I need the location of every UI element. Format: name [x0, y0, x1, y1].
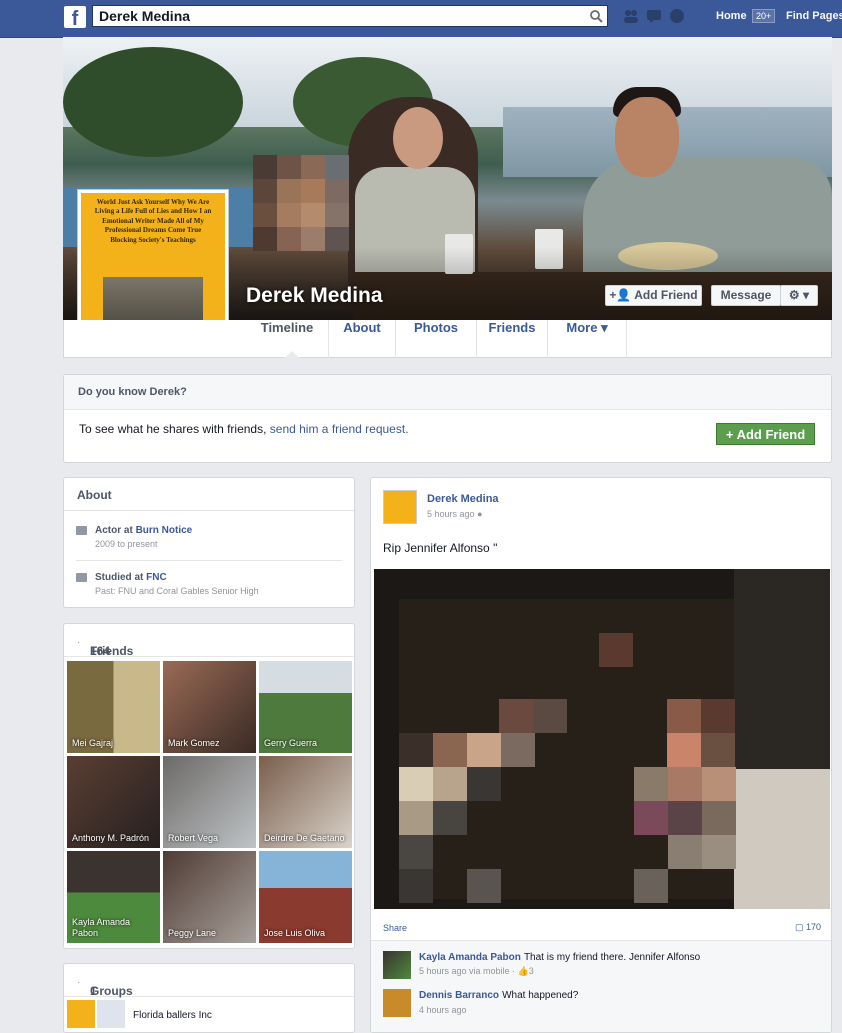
settings-dropdown[interactable]: ⚙ ▾	[780, 285, 818, 306]
friend-tile[interactable]: Deirdre De Gaetano	[259, 756, 352, 848]
friend-requests-icon[interactable]	[622, 7, 640, 25]
do-you-know-box: Do you know Derek? To see what he shares…	[63, 374, 832, 463]
school-icon	[76, 573, 87, 582]
friend-tile[interactable]: Peggy Lane	[163, 851, 256, 943]
friend-tile[interactable]: Jose Luis Oliva	[259, 851, 352, 943]
add-friend-button[interactable]: +👤 Add Friend	[605, 285, 702, 306]
about-box: About Actor at Burn Notice 2009 to prese…	[63, 477, 355, 608]
comments-section: Kayla Amanda Pabon That is my friend the…	[371, 940, 831, 1032]
search-icon[interactable]	[589, 9, 603, 23]
find-pages-link[interactable]: Find Pages	[786, 10, 842, 22]
home-link[interactable]: Home	[716, 10, 747, 22]
groups-box: Groups · 1 Florida ballers Inc	[63, 963, 355, 1033]
commenter-avatar[interactable]	[383, 989, 411, 1017]
avatar-text: World Just Ask Yourself Why We Are Livin…	[94, 198, 212, 244]
briefcase-icon	[76, 526, 87, 535]
tab-more[interactable]: More ▾	[548, 320, 627, 358]
home-badge: 20+	[752, 9, 776, 23]
comment: Dennis Barranco What happened?	[419, 990, 579, 1001]
tab-friends[interactable]: Friends	[477, 320, 548, 358]
like-icon: 👍	[517, 966, 529, 976]
jewel-icons	[622, 7, 688, 28]
add-friend-button-green[interactable]: + Add Friend	[716, 423, 815, 445]
tab-about[interactable]: About	[329, 320, 396, 358]
add-friend-icon: +	[725, 427, 734, 442]
friend-tile[interactable]: Gerry Guerra	[259, 661, 352, 753]
gear-icon: ⚙	[788, 288, 800, 302]
profile-tabs: Timeline About Photos Friends More ▾	[63, 320, 832, 358]
post-author-avatar[interactable]	[383, 490, 417, 524]
messages-icon[interactable]	[645, 7, 663, 25]
pixelated-photo	[374, 569, 830, 909]
post-timestamp[interactable]: 5 hours ago	[427, 509, 475, 519]
chevron-down-icon: ▾	[601, 320, 608, 335]
timeline-post: Derek Medina 5 hours ago ● Rip Jennifer …	[370, 477, 832, 1033]
share-count[interactable]: ▢ 170	[795, 922, 821, 933]
friends-box: Friends · 164 Mei Gajraj Mark Gomez Gerr…	[63, 623, 355, 949]
friend-tile[interactable]: Mei Gajraj	[67, 661, 160, 753]
school-link[interactable]: FNC	[146, 572, 167, 583]
work-link[interactable]: Burn Notice	[136, 525, 193, 536]
privacy-globe-icon: ●	[477, 509, 483, 519]
commenter-avatar[interactable]	[383, 951, 411, 979]
chevron-down-icon: ▾	[803, 288, 810, 302]
about-title[interactable]: About	[77, 488, 112, 502]
profile-picture[interactable]: World Just Ask Yourself Why We Are Livin…	[77, 189, 229, 341]
blurred-face	[253, 155, 349, 251]
friend-tile[interactable]: Robert Vega	[163, 756, 256, 848]
group-name[interactable]: Florida ballers Inc	[133, 1010, 212, 1021]
commenter-name[interactable]: Dennis Barranco	[419, 990, 499, 1001]
do-you-know-title: Do you know Derek?	[78, 386, 187, 398]
send-friend-request-link[interactable]: send him a friend request.	[270, 422, 409, 436]
profile-name[interactable]: Derek Medina	[246, 284, 383, 308]
search-input[interactable]	[99, 8, 579, 24]
friend-tile[interactable]: Anthony M. Padrón	[67, 756, 160, 848]
add-friend-icon: +👤	[609, 288, 632, 302]
message-button[interactable]: Message	[711, 285, 781, 306]
share-link[interactable]: Share	[383, 923, 407, 933]
post-text: Rip Jennifer Alfonso "	[383, 541, 498, 555]
post-author[interactable]: Derek Medina	[427, 493, 499, 505]
do-you-know-text: To see what he shares with friends,	[79, 422, 267, 436]
top-bar: f Home 20+ Find Pages	[0, 0, 842, 38]
post-photo[interactable]	[374, 569, 830, 909]
comment: Kayla Amanda Pabon That is my friend the…	[419, 952, 701, 963]
share-icon: ▢	[794, 922, 804, 932]
search-box[interactable]	[92, 5, 608, 27]
friend-tile[interactable]: Kayla Amanda Pabon	[67, 851, 160, 943]
commenter-name[interactable]: Kayla Amanda Pabon	[419, 952, 521, 963]
facebook-logo-icon[interactable]: f	[64, 6, 86, 30]
friend-tile[interactable]: Mark Gomez	[163, 661, 256, 753]
notifications-icon[interactable]	[668, 7, 686, 25]
tab-photos[interactable]: Photos	[396, 320, 477, 358]
